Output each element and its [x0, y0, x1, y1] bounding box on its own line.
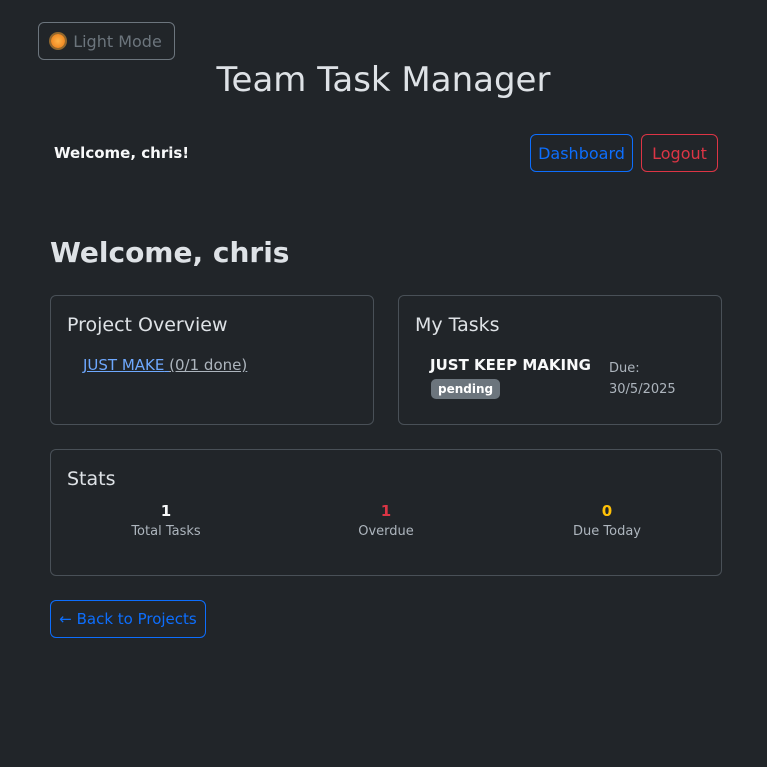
stat-total-tasks: 1 Total Tasks — [66, 502, 266, 539]
stats-title: Stats — [67, 468, 116, 490]
project-link-just-make[interactable]: JUST MAKE (0/1 done) — [83, 356, 247, 374]
due-date: 30/5/2025 — [609, 382, 676, 397]
stat-due-today: 0 Due Today — [507, 502, 707, 539]
stat-value: 1 — [380, 502, 392, 520]
task-due: Due: 30/5/2025 — [609, 358, 676, 400]
navbar-welcome-text: Welcome, chris! — [54, 144, 190, 162]
theme-toggle-button[interactable]: Light Mode — [38, 22, 175, 60]
stat-value: 1 — [160, 502, 172, 520]
app-title: Team Task Manager — [216, 60, 551, 100]
theme-toggle-label: Light Mode — [73, 31, 162, 51]
logout-button[interactable]: Logout — [641, 134, 718, 172]
stat-label: Total Tasks — [131, 524, 201, 539]
stat-value: 0 — [601, 502, 613, 520]
project-overview-card: Project Overview JUST MAKE (0/1 done) — [50, 295, 374, 425]
dashboard-button[interactable]: Dashboard — [530, 134, 633, 172]
sun-icon — [51, 34, 66, 48]
status-badge: pending — [431, 379, 501, 399]
due-label: Due: — [609, 361, 640, 376]
project-name: JUST MAKE — [83, 356, 165, 374]
task-name: JUST KEEP MAKING — [430, 356, 591, 374]
project-progress: (0/1 done) — [169, 356, 248, 374]
stat-label: Due Today — [573, 524, 641, 539]
project-overview-title: Project Overview — [67, 314, 228, 336]
stat-overdue: 1 Overdue — [286, 502, 486, 539]
page-heading: Welcome, chris — [50, 236, 290, 269]
stats-card: Stats 1 Total Tasks 1 Overdue 0 Due Toda… — [50, 449, 722, 576]
my-tasks-card: My Tasks JUST KEEP MAKING pending Due: 3… — [398, 295, 722, 425]
stat-label: Overdue — [358, 524, 414, 539]
my-tasks-title: My Tasks — [415, 314, 500, 336]
back-to-projects-button[interactable]: ← Back to Projects — [50, 600, 206, 638]
